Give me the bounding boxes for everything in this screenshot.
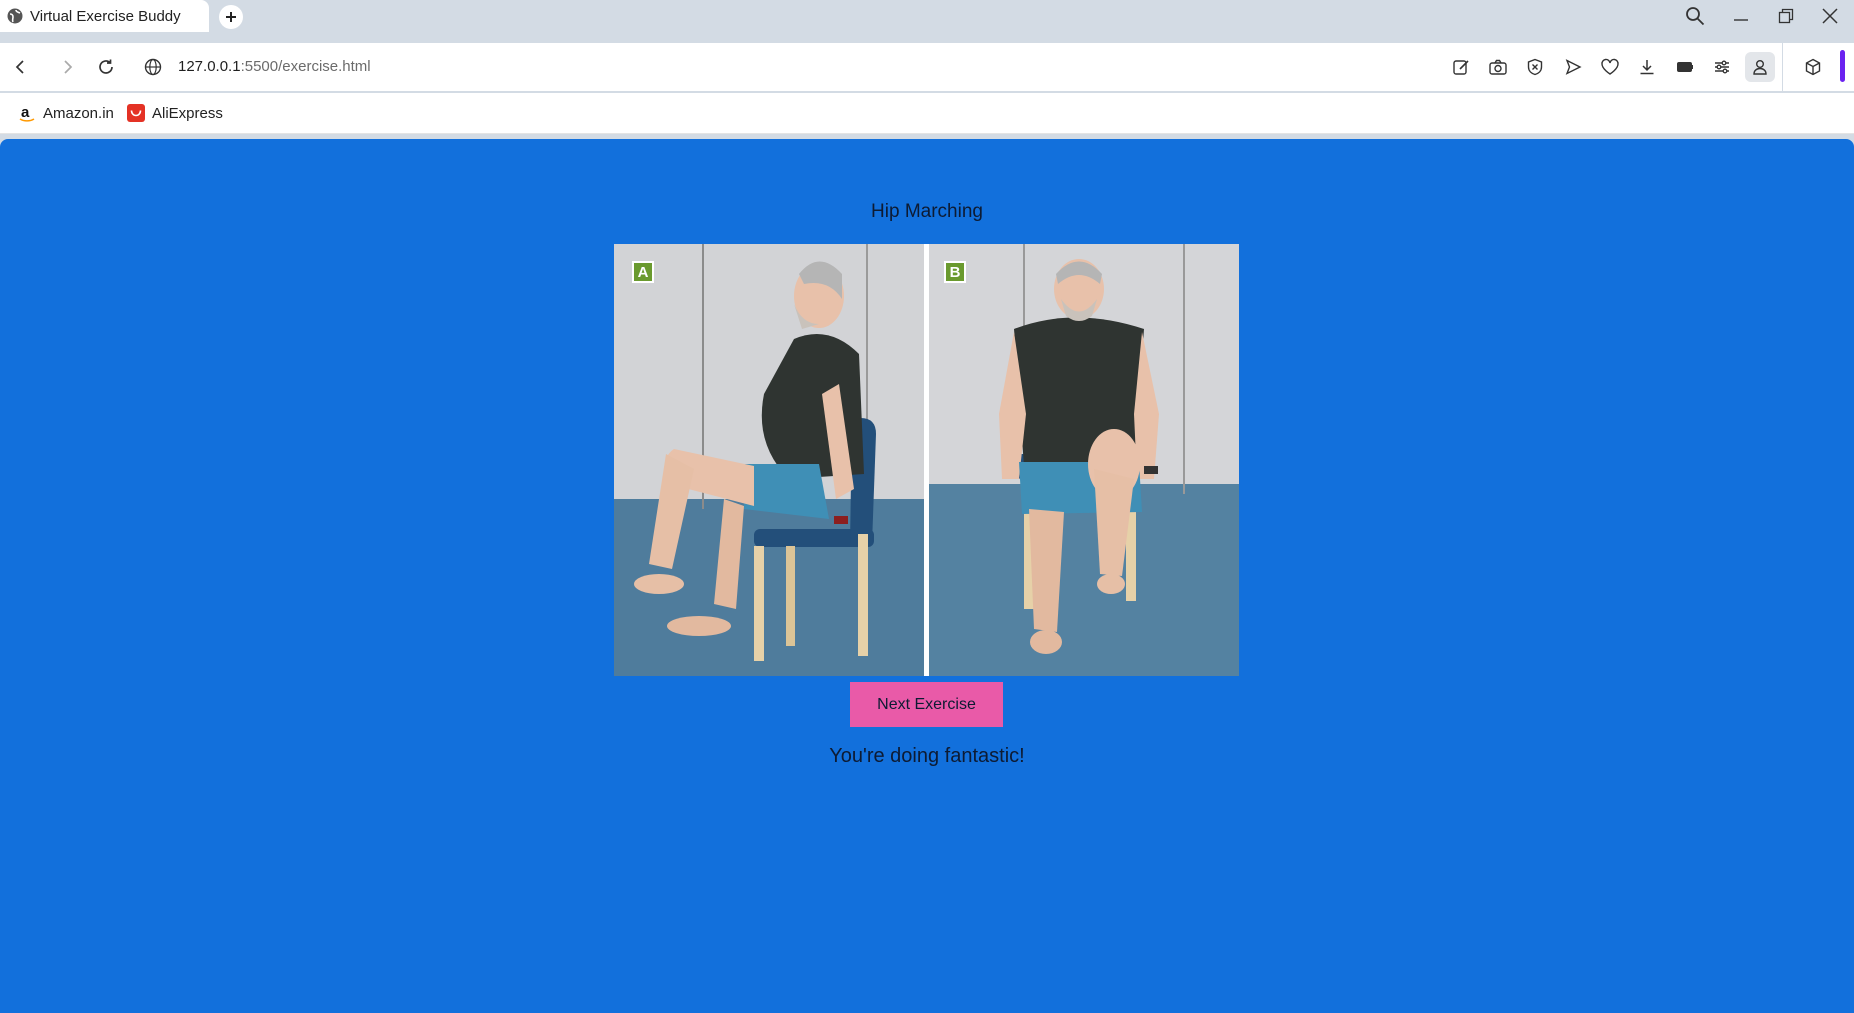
svg-text:a: a (21, 104, 30, 121)
browser-toolbar: 127.0.0.1:5500/exercise.html (0, 43, 1854, 91)
cube-icon (1805, 58, 1821, 76)
restore-icon (1778, 8, 1794, 24)
svg-text:B: B (950, 264, 961, 281)
bookmarks-bar: a Amazon.in AliExpress (0, 93, 1854, 134)
edit-button[interactable] (1449, 55, 1473, 79)
profile-button[interactable] (1745, 52, 1775, 82)
plus-icon (226, 12, 236, 22)
address-bar[interactable]: 127.0.0.1:5500/exercise.html (178, 43, 371, 91)
send-icon (1565, 59, 1582, 75)
user-icon (1753, 60, 1767, 75)
search-icon (1686, 7, 1705, 26)
extensions-button[interactable] (1801, 55, 1825, 79)
send-button[interactable] (1561, 55, 1585, 79)
bookmark-label: Amazon.in (43, 104, 114, 122)
close-window-button[interactable] (1816, 2, 1844, 30)
tab-title: Virtual Exercise Buddy (30, 7, 181, 25)
download-icon (1640, 60, 1654, 75)
downloads-button[interactable] (1635, 55, 1659, 79)
url-path: :5500/exercise.html (240, 58, 371, 75)
tab-virtual-exercise-buddy[interactable]: Virtual Exercise Buddy (0, 0, 209, 32)
settings-menu-button[interactable] (1710, 55, 1734, 79)
minimize-button[interactable] (1727, 2, 1755, 30)
adblock-button[interactable] (1523, 55, 1547, 79)
site-info-button[interactable] (139, 53, 167, 81)
encouragement-message: You're doing fantastic! (829, 745, 1025, 767)
restore-button[interactable] (1772, 2, 1800, 30)
bookmark-amazon[interactable]: a Amazon.in (18, 93, 114, 133)
globe-icon (6, 7, 24, 25)
tab-strip: Virtual Exercise Buddy (0, 0, 1854, 32)
bookmark-label: AliExpress (152, 104, 223, 122)
close-icon (1822, 8, 1838, 24)
url-host: 127.0.0.1 (178, 58, 241, 75)
sliders-icon (1715, 60, 1729, 74)
aliexpress-icon (127, 104, 145, 122)
minimize-icon (1734, 19, 1748, 21)
arrow-left-icon (15, 60, 24, 74)
exercise-title: Hip Marching (871, 201, 983, 222)
exercise-image: A B (614, 244, 1239, 676)
arrow-right-icon (64, 60, 73, 74)
amazon-icon: a (18, 104, 36, 122)
reload-icon (99, 59, 113, 74)
favorites-button[interactable] (1598, 55, 1622, 79)
wallet-button[interactable] (1673, 55, 1697, 79)
panel-label-b: B (944, 261, 966, 283)
heart-icon (1601, 58, 1619, 75)
svg-text:A: A (638, 264, 649, 281)
globe-icon (144, 58, 162, 76)
back-button[interactable] (7, 53, 35, 81)
sidebar-accent[interactable] (1840, 50, 1845, 82)
edit-icon (1453, 60, 1469, 75)
search-tabs-button[interactable] (1681, 2, 1709, 30)
toolbar-divider (1782, 43, 1783, 91)
next-exercise-button[interactable]: Next Exercise (850, 682, 1003, 727)
forward-button[interactable] (53, 53, 81, 81)
wallet-icon (1677, 62, 1693, 72)
reload-button[interactable] (92, 53, 120, 81)
panel-label-a: A (632, 261, 654, 283)
bookmark-aliexpress[interactable]: AliExpress (127, 93, 223, 133)
screenshot-button[interactable] (1486, 55, 1510, 79)
new-tab-button[interactable] (219, 5, 243, 29)
camera-icon (1489, 59, 1507, 75)
shield-icon (1527, 58, 1543, 76)
page-viewport: Hip Marching A B Next Exercise You're do… (0, 139, 1854, 1013)
